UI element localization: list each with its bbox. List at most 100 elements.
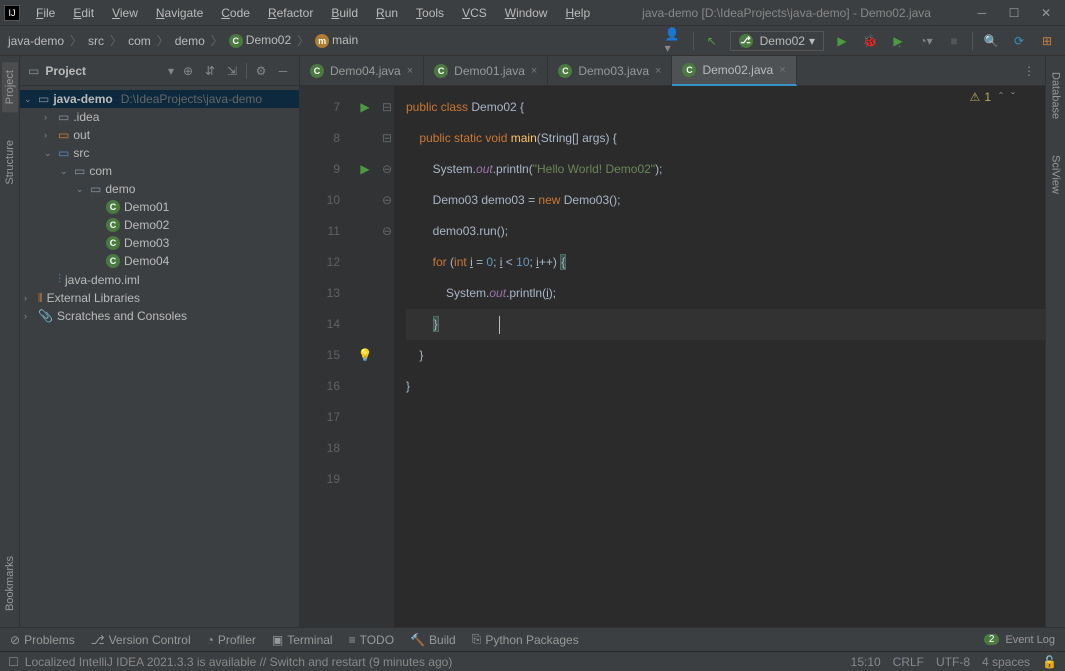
tool-icon: ⎇	[91, 633, 105, 647]
class-icon: C	[106, 254, 120, 268]
tree-node[interactable]: CDemo02	[20, 216, 299, 234]
file-encoding[interactable]: UTF-8	[936, 655, 970, 669]
hide-icon[interactable]: ─	[275, 63, 291, 79]
breadcrumb: java-demo〉src〉com〉demo〉CDemo02〉mmain	[8, 32, 665, 49]
breadcrumb-item[interactable]: mmain	[315, 33, 358, 48]
close-icon[interactable]: ×	[531, 65, 537, 77]
coverage-button[interactable]: ▶̣	[888, 31, 908, 51]
tree-node[interactable]: ⌄▭com	[20, 162, 299, 180]
collapse-all-icon[interactable]: ⇲	[224, 63, 240, 79]
code-editor[interactable]: 78910111213141516171819 ▶▶💡 ⊟⊟⊖⊖⊖ public…	[300, 86, 1045, 627]
tree-external-libraries[interactable]: › ⫼ External Libraries	[20, 289, 299, 307]
sync-button[interactable]: ⟳	[1009, 31, 1029, 51]
folder-icon: ▭	[58, 146, 69, 160]
tab-more-icon[interactable]: ⋮	[1013, 64, 1045, 78]
menu-tools[interactable]: Tools	[408, 3, 452, 23]
bottom-tab-event-log[interactable]: Event Log	[1005, 634, 1055, 646]
menu-edit[interactable]: Edit	[65, 3, 102, 23]
tree-node[interactable]: CDemo01	[20, 198, 299, 216]
editor-tab[interactable]: CDemo02.java×	[672, 56, 796, 86]
app-logo-icon: IJ	[4, 5, 20, 21]
tool-tab-project[interactable]: Project	[2, 62, 18, 112]
menu-navigate[interactable]: Navigate	[148, 3, 211, 23]
select-opened-icon[interactable]: ⊕	[180, 63, 196, 79]
maximize-button[interactable]: ☐	[1007, 6, 1021, 20]
gear-icon[interactable]: ⚙	[253, 63, 269, 79]
folder-icon: ▭	[74, 164, 85, 178]
editor-area: CDemo04.java×CDemo01.java×CDemo03.java×C…	[300, 56, 1045, 627]
menu-file[interactable]: File	[28, 3, 63, 23]
run-gutter-icon[interactable]: ▶	[360, 92, 369, 123]
bottom-tab-build[interactable]: 🔨Build	[410, 633, 456, 647]
inspection-badge[interactable]: ⚠ 1 ˆ ˇ	[970, 90, 1015, 104]
project-panel: ▭ Project ▾ ⊕ ⇵ ⇲ ⚙ ─ ⌄ ▭ java-demo D:\I…	[20, 56, 300, 627]
run-button[interactable]: ▶	[832, 31, 852, 51]
tree-node[interactable]: ›▭.idea	[20, 108, 299, 126]
minimize-button[interactable]: ─	[975, 6, 989, 20]
breadcrumb-item[interactable]: CDemo02	[229, 33, 291, 48]
close-icon[interactable]: ×	[407, 65, 413, 77]
stop-button[interactable]: ■	[944, 31, 964, 51]
menu-vcs[interactable]: VCS	[454, 3, 495, 23]
caret-position[interactable]: 15:10	[851, 655, 881, 669]
build-hammer-icon[interactable]: ↖	[702, 31, 722, 51]
editor-tab[interactable]: CDemo04.java×	[300, 56, 424, 86]
bulb-icon[interactable]: 💡	[358, 340, 373, 371]
chevron-down-icon[interactable]: ˇ	[1011, 90, 1015, 104]
profile-button[interactable]: ◔▾	[916, 31, 936, 51]
tab-label: Demo01.java	[454, 64, 525, 78]
tree-node[interactable]: CDemo03	[20, 234, 299, 252]
menu-help[interactable]: Help	[557, 3, 598, 23]
menu-run[interactable]: Run	[368, 3, 406, 23]
user-icon[interactable]: 👤▾	[665, 31, 685, 51]
debug-button[interactable]: 🐞	[860, 31, 880, 51]
chevron-down-icon[interactable]: ▾	[168, 64, 174, 78]
close-icon[interactable]: ×	[779, 64, 785, 76]
tool-icon: ⎘	[472, 632, 482, 647]
close-icon[interactable]: ×	[655, 65, 661, 77]
line-separator[interactable]: CRLF	[893, 655, 924, 669]
run-gutter-icon[interactable]: ▶	[360, 154, 369, 185]
tips-icon[interactable]: ☐	[8, 655, 19, 669]
tool-tab-sciview[interactable]: SciView	[1048, 147, 1064, 202]
tree-node[interactable]: ⌄▭src	[20, 144, 299, 162]
tab-label: Demo03.java	[578, 64, 649, 78]
tool-tab-bookmarks[interactable]: Bookmarks	[2, 548, 18, 619]
menu-window[interactable]: Window	[497, 3, 556, 23]
editor-tab[interactable]: CDemo01.java×	[424, 56, 548, 86]
menu-refactor[interactable]: Refactor	[260, 3, 321, 23]
bottom-tab-terminal[interactable]: ▣Terminal	[272, 633, 333, 647]
search-icon[interactable]: 🔍	[981, 31, 1001, 51]
bottom-tab-version-control[interactable]: ⎇Version Control	[91, 633, 191, 647]
code-content[interactable]: public class Demo02 { public static void…	[394, 86, 1045, 627]
tree-node[interactable]: ⌄▭demo	[20, 180, 299, 198]
tree-node[interactable]: ›▭out	[20, 126, 299, 144]
readonly-icon[interactable]: 🔓	[1042, 655, 1057, 669]
tool-tab-structure[interactable]: Structure	[2, 132, 18, 193]
menu-build[interactable]: Build	[323, 3, 366, 23]
expand-all-icon[interactable]: ⇵	[202, 63, 218, 79]
bottom-tab-python-packages[interactable]: ⎘Python Packages	[472, 632, 579, 647]
menu-view[interactable]: View	[104, 3, 146, 23]
tool-icon: ⊘	[10, 633, 20, 647]
ide-settings-icon[interactable]: ⊞	[1037, 31, 1057, 51]
breadcrumb-item[interactable]: java-demo	[8, 34, 64, 48]
close-button[interactable]: ✕	[1039, 6, 1053, 20]
bottom-tab-profiler[interactable]: ◔Profiler	[207, 633, 256, 647]
breadcrumb-item[interactable]: src	[88, 34, 104, 48]
run-config-dropdown[interactable]: ⎇ Demo02 ▾	[730, 31, 824, 51]
tool-tab-database[interactable]: Database	[1048, 64, 1064, 127]
breadcrumb-item[interactable]: com	[128, 34, 151, 48]
status-message[interactable]: Localized IntelliJ IDEA 2021.3.3 is avai…	[25, 655, 453, 669]
breadcrumb-item[interactable]: demo	[175, 34, 205, 48]
bottom-tab-problems[interactable]: ⊘Problems	[10, 633, 75, 647]
menu-code[interactable]: Code	[213, 3, 258, 23]
tree-node[interactable]: CDemo04	[20, 252, 299, 270]
tree-node[interactable]: ⫶java-demo.iml	[20, 270, 299, 289]
tree-scratches[interactable]: › 📎 Scratches and Consoles	[20, 307, 299, 325]
chevron-up-icon[interactable]: ˆ	[999, 90, 1003, 104]
indent-info[interactable]: 4 spaces	[982, 655, 1030, 669]
editor-tab[interactable]: CDemo03.java×	[548, 56, 672, 86]
bottom-tab-todo[interactable]: ≡TODO	[349, 633, 394, 647]
tree-root[interactable]: ⌄ ▭ java-demo D:\IdeaProjects\java-demo	[20, 90, 299, 108]
